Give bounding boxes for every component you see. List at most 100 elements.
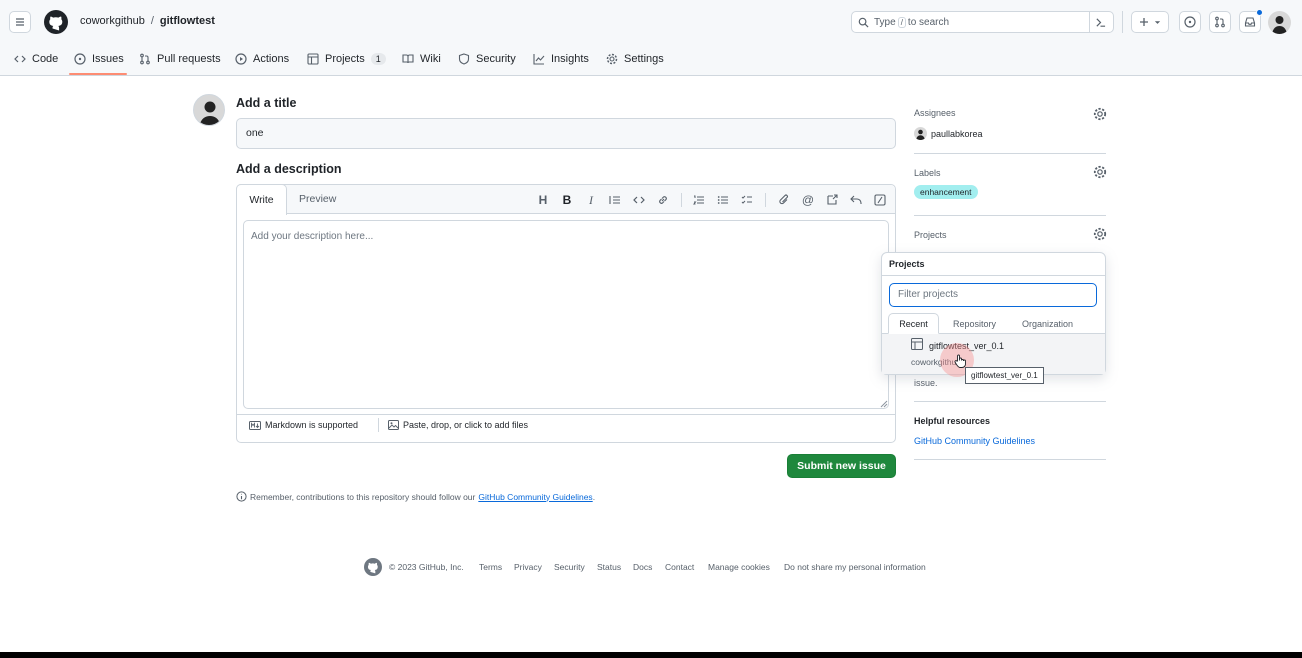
title-input[interactable]: one xyxy=(236,118,896,149)
popup-tab-recent-label: Recent xyxy=(899,318,928,329)
guidelines-link[interactable]: GitHub Community Guidelines xyxy=(478,492,592,502)
pull-request-icon xyxy=(140,53,150,65)
footer-copyright: © 2023 GitHub, Inc. xyxy=(389,562,464,572)
attach-files-label: Paste, drop, or click to add files xyxy=(403,420,529,430)
footer-link-do-not-share[interactable]: Do not share my personal information xyxy=(784,562,926,572)
link-icon[interactable] xyxy=(655,192,671,208)
slash-command-icon[interactable] xyxy=(872,192,888,208)
owner-link[interactable]: coworkgithub xyxy=(80,15,145,27)
project-tooltip: gitflowtest_ver_0.1 xyxy=(965,367,1044,384)
breadcrumb-separator: / xyxy=(150,15,154,27)
book-icon xyxy=(402,54,414,64)
popup-tab-recent[interactable]: Recent xyxy=(888,313,939,334)
tab-code-label: Code xyxy=(32,53,59,65)
code-icon[interactable] xyxy=(631,192,647,208)
tab-security-label: Security xyxy=(476,53,516,65)
notification-dot xyxy=(1256,9,1263,16)
gear-icon xyxy=(606,53,618,65)
description-textarea[interactable]: Add your description here... xyxy=(243,220,889,409)
menu-button[interactable] xyxy=(9,11,31,33)
github-footer-logo-icon[interactable] xyxy=(364,558,382,576)
tab-actions[interactable]: Actions xyxy=(235,49,289,69)
attach-files-button[interactable]: Paste, drop, or click to add files xyxy=(388,420,528,430)
footer-link-contact[interactable]: Contact xyxy=(665,562,694,572)
issue-opened-icon xyxy=(1184,16,1196,28)
graph-icon xyxy=(533,54,545,65)
assignee-item[interactable]: paullabkorea xyxy=(914,127,983,140)
tab-security[interactable]: Security xyxy=(458,49,516,69)
heading-icon[interactable]: H xyxy=(535,192,551,208)
tab-issues[interactable]: Issues xyxy=(74,49,124,69)
footer-link-terms[interactable]: Terms xyxy=(479,562,502,572)
hand-pointer-icon xyxy=(954,354,966,368)
shield-icon xyxy=(458,53,470,65)
search-input[interactable]: Type / to search xyxy=(851,11,1114,33)
resize-handle[interactable] xyxy=(880,400,888,408)
issues-shortcut-button[interactable] xyxy=(1179,11,1201,33)
submit-new-issue-button[interactable]: Submit new issue xyxy=(787,454,896,478)
tab-projects[interactable]: Projects 1 xyxy=(307,49,386,69)
write-tab[interactable]: Write xyxy=(236,184,287,215)
create-new-button[interactable] xyxy=(1131,11,1169,33)
reminder-text: Remember, contributions to this reposito… xyxy=(250,491,476,502)
labels-gear-icon[interactable] xyxy=(1093,165,1107,179)
labels-title: Labels xyxy=(914,168,941,178)
tab-actions-label: Actions xyxy=(253,53,290,65)
tab-insights-label: Insights xyxy=(551,53,589,65)
reminder-end: . xyxy=(592,491,596,502)
command-palette-icon[interactable] xyxy=(1095,17,1106,28)
unordered-list-icon[interactable] xyxy=(715,192,731,208)
tab-settings[interactable]: Settings xyxy=(606,49,664,69)
filter-projects-input[interactable]: Filter projects xyxy=(889,283,1097,307)
pull-requests-shortcut-button[interactable] xyxy=(1209,11,1231,33)
title-heading: Add a title xyxy=(236,96,297,110)
assignees-title: Assignees xyxy=(914,108,956,118)
tab-code[interactable]: Code xyxy=(14,49,58,69)
write-tab-label: Write xyxy=(249,194,274,206)
popup-tab-organization[interactable]: Organization xyxy=(1022,319,1073,329)
assignee-avatar xyxy=(914,127,927,140)
tab-wiki-label: Wiki xyxy=(420,53,441,65)
projects-gear-icon[interactable] xyxy=(1093,227,1107,241)
contribution-reminder: Remember, contributions to this reposito… xyxy=(236,491,595,502)
issue-opened-icon xyxy=(74,53,86,65)
header-divider xyxy=(1122,11,1123,33)
preview-tab[interactable]: Preview xyxy=(299,193,336,205)
footer-link-docs[interactable]: Docs xyxy=(633,562,652,572)
search-divider xyxy=(1089,11,1090,33)
author-avatar xyxy=(193,94,225,126)
editor-footer-divider xyxy=(236,414,896,415)
italic-icon[interactable]: I xyxy=(583,192,599,208)
ordered-list-icon[interactable] xyxy=(691,192,707,208)
paperclip-icon[interactable] xyxy=(776,192,792,208)
search-prefix: Type xyxy=(874,16,896,28)
quote-icon[interactable] xyxy=(607,192,623,208)
footer-link-privacy[interactable]: Privacy xyxy=(514,562,542,572)
footer-link-status[interactable]: Status xyxy=(597,562,621,572)
footer-divider xyxy=(378,418,379,432)
repo-link[interactable]: gitflowtest xyxy=(160,15,215,27)
popup-tab-repository[interactable]: Repository xyxy=(953,319,996,329)
markdown-note[interactable]: Markdown is supported xyxy=(249,420,358,430)
footer-link-manage-cookies[interactable]: Manage cookies xyxy=(708,562,770,572)
bold-icon[interactable]: B xyxy=(559,192,575,208)
play-icon xyxy=(235,53,247,65)
popup-divider xyxy=(882,275,1105,276)
github-logo-icon[interactable] xyxy=(44,10,68,34)
reply-icon[interactable] xyxy=(848,192,864,208)
plus-icon xyxy=(1139,18,1148,26)
tab-insights[interactable]: Insights xyxy=(533,49,589,69)
assignees-gear-icon[interactable] xyxy=(1093,107,1107,121)
cross-reference-icon[interactable] xyxy=(824,192,840,208)
community-guidelines-link[interactable]: GitHub Community Guidelines xyxy=(914,436,1035,446)
sidebar-divider xyxy=(914,215,1106,216)
mention-icon[interactable]: @ xyxy=(800,192,816,208)
label-badge[interactable]: enhancement xyxy=(914,185,978,199)
footer-link-security[interactable]: Security xyxy=(554,562,585,572)
tab-pull-requests[interactable]: Pull requests xyxy=(139,49,221,69)
hamburger-icon xyxy=(16,18,24,26)
tab-wiki[interactable]: Wiki xyxy=(402,49,441,69)
code-icon xyxy=(14,55,26,63)
user-avatar[interactable] xyxy=(1268,11,1291,34)
task-list-icon[interactable] xyxy=(739,192,755,208)
